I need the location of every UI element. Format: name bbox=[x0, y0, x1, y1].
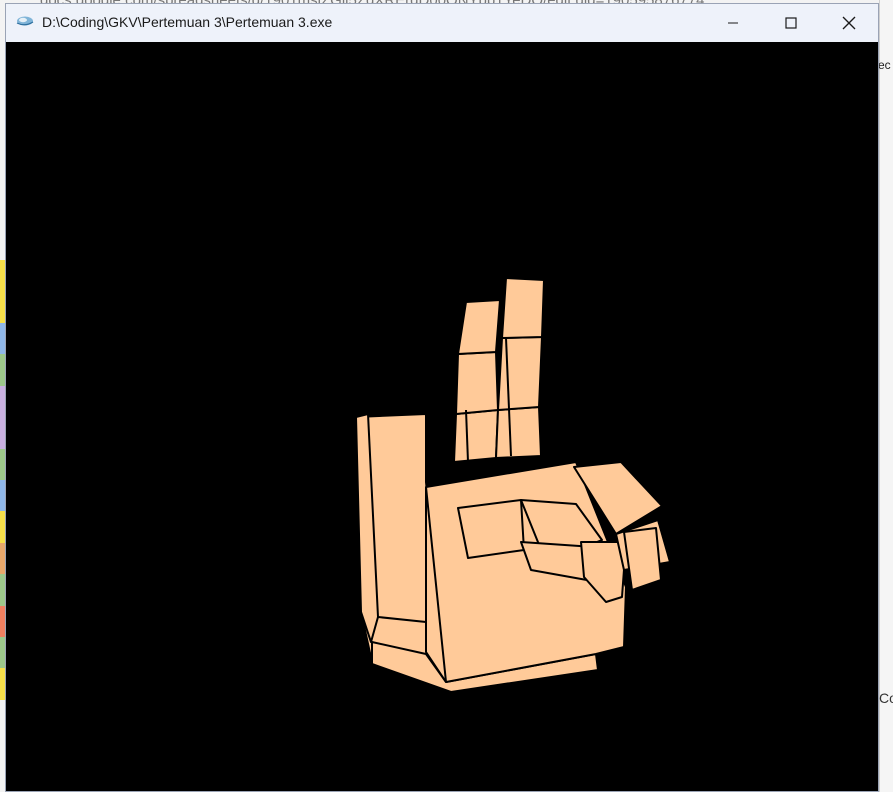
hand-model-render bbox=[355, 277, 671, 693]
middle-finger-tip bbox=[457, 299, 501, 355]
opengl-viewport[interactable] bbox=[6, 42, 878, 791]
middle-finger-mid bbox=[455, 351, 499, 415]
close-icon bbox=[842, 16, 856, 30]
minimize-button[interactable] bbox=[704, 4, 762, 42]
title-bar[interactable]: D:\Coding\GKV\Pertemuan 3\Pertemuan 3.ex… bbox=[6, 4, 878, 42]
window-title: D:\Coding\GKV\Pertemuan 3\Pertemuan 3.ex… bbox=[42, 14, 333, 30]
maximize-button[interactable] bbox=[762, 4, 820, 42]
background-window-edge bbox=[879, 0, 893, 792]
background-window-text-lower: Co bbox=[879, 690, 893, 706]
minimize-icon bbox=[728, 22, 738, 24]
index-finger-tip bbox=[501, 277, 545, 339]
app-icon bbox=[16, 16, 34, 26]
close-button[interactable] bbox=[820, 4, 878, 42]
index-finger-mid bbox=[497, 336, 543, 411]
curled-finger-1 bbox=[457, 499, 525, 559]
index-finger-base bbox=[495, 406, 542, 459]
background-window-text: ec bbox=[878, 58, 891, 72]
app-window[interactable]: D:\Coding\GKV\Pertemuan 3\Pertemuan 3.ex… bbox=[5, 3, 879, 792]
thumb-tip bbox=[623, 527, 662, 591]
middle-finger-base bbox=[453, 409, 499, 463]
maximize-icon bbox=[785, 17, 797, 29]
